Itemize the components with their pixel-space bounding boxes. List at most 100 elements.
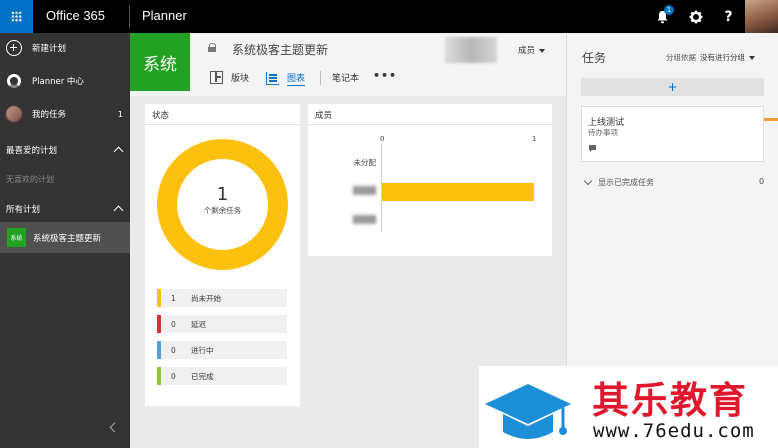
comment-icon <box>589 145 596 152</box>
brand-title[interactable]: Office 365 <box>46 8 105 23</box>
all-plans-section-header[interactable]: 所有计划 <box>0 195 130 223</box>
chevron-up-icon <box>113 146 124 157</box>
favorites-empty-text: 无喜欢的计划 <box>6 175 54 184</box>
caret-down-icon <box>539 48 546 53</box>
members-card-title: 成员 <box>315 111 333 121</box>
member-category-label: 未分配 <box>353 158 377 167</box>
plan-header: 系统 系统极客主题更新 成员 版块 图表 笔记本 ••• <box>130 33 566 96</box>
board-icon <box>210 71 223 84</box>
task-card[interactable]: 上线测试 待办事项 <box>581 106 764 162</box>
settings-button[interactable] <box>679 0 712 33</box>
divider <box>129 5 130 28</box>
planner-hub-link[interactable]: Planner 中心 <box>0 66 130 96</box>
watermark-overlay: 其乐教育 www.76edu.com <box>479 366 778 448</box>
group-by-value: 没有进行分组 <box>700 53 745 62</box>
divider <box>308 124 552 125</box>
lock-icon <box>208 43 216 52</box>
divider <box>145 124 300 125</box>
legend-not-started[interactable]: 1 尚未开始 <box>157 289 287 307</box>
x-tick-label: 0 <box>380 135 385 143</box>
caret-down-icon <box>749 56 755 60</box>
x-tick-label: 1 <box>532 135 537 143</box>
show-completed-toggle[interactable]: 显示已完成任务 <box>583 176 654 188</box>
top-bar: Office 365 Planner 1 ? <box>0 0 778 33</box>
active-plan-label: 系统极客主题更新 <box>33 233 102 244</box>
legend-in-progress[interactable]: 0 进行中 <box>157 341 287 359</box>
help-button[interactable]: ? <box>712 0 745 33</box>
new-plan-label: 新建计划 <box>32 44 67 54</box>
legend-late[interactable]: 0 延迟 <box>157 315 287 333</box>
tasks-panel-title: 任务 <box>582 51 607 65</box>
status-card: 状态 1 个剩余任务 1 尚未开始 0 延迟 0 进行中 0 已完成 <box>145 104 300 406</box>
favorites-label: 最喜爱的计划 <box>6 146 58 156</box>
member-avatars[interactable] <box>445 37 497 63</box>
sidebar-item-active-plan[interactable]: 系统 系统极客主题更新 <box>0 222 130 253</box>
notifications-button[interactable]: 1 <box>646 0 679 33</box>
chevron-down-icon <box>583 176 593 186</box>
gear-icon <box>689 10 702 23</box>
task-drag-handle[interactable] <box>764 118 778 121</box>
remaining-count: 1 <box>216 184 229 205</box>
planner-hub-label: Planner 中心 <box>32 77 84 87</box>
new-plan-button[interactable]: 新建计划 <box>0 33 130 63</box>
add-task-button[interactable]: + <box>581 78 764 96</box>
legend-completed[interactable]: 0 已完成 <box>157 367 287 385</box>
legend-count: 1 <box>171 293 176 303</box>
my-avatar <box>6 106 22 122</box>
watermark-url: www.76edu.com <box>593 420 755 442</box>
legend-color-swatch <box>157 315 161 333</box>
group-by-label: 分组依据 <box>666 53 696 62</box>
status-card-title: 状态 <box>152 111 170 121</box>
hub-icon <box>7 74 21 88</box>
plan-logo: 系统 <box>130 33 190 91</box>
watermark-text: 其乐教育 <box>592 379 748 422</box>
legend-label: 已完成 <box>191 371 214 381</box>
left-sidebar: 新建计划 Planner 中心 我的任务 1 最喜爱的计划 无喜欢的计划 所有计… <box>0 33 130 448</box>
tab-board[interactable]: 版块 <box>210 71 249 84</box>
divider <box>320 71 321 85</box>
chevron-up-icon <box>113 205 124 216</box>
tab-notebook[interactable]: 笔记本 <box>332 71 359 84</box>
tab-notebook-label: 笔记本 <box>332 74 360 84</box>
tab-charts[interactable]: 图表 <box>266 71 306 86</box>
member-bar[interactable] <box>382 183 534 201</box>
tab-charts-label: 图表 <box>287 71 306 86</box>
legend-color-swatch <box>157 341 161 359</box>
my-tasks-count: 1 <box>117 109 123 119</box>
legend-count: 0 <box>171 371 176 381</box>
members-label: 成员 <box>518 46 536 56</box>
legend-color-swatch <box>157 289 161 307</box>
favorites-section-header[interactable]: 最喜爱的计划 <box>0 136 130 164</box>
completed-count: 0 <box>759 177 765 186</box>
collapse-sidebar-chevron-icon[interactable] <box>109 422 120 433</box>
members-dropdown[interactable]: 成员 <box>518 44 546 56</box>
all-plans-label: 所有计划 <box>6 205 41 215</box>
tab-board-label: 版块 <box>231 74 250 84</box>
graduation-cap-logo <box>485 384 571 439</box>
members-card: 成员 0 1 未分配 ████ ████ <box>308 104 552 256</box>
waffle-icon <box>11 11 22 22</box>
my-tasks-label: 我的任务 <box>32 110 67 120</box>
app-launcher-button[interactable] <box>0 0 33 33</box>
legend-color-swatch <box>157 367 161 385</box>
app-title[interactable]: Planner <box>142 8 187 23</box>
user-avatar[interactable] <box>745 0 778 33</box>
plan-badge: 系统 <box>7 228 26 247</box>
task-bucket: 待办事项 <box>588 128 618 137</box>
legend-label: 尚未开始 <box>191 293 221 303</box>
legend-count: 0 <box>171 345 176 355</box>
more-options-button[interactable]: ••• <box>373 69 397 82</box>
legend-count: 0 <box>171 319 176 329</box>
plan-title: 系统极客主题更新 <box>232 43 329 57</box>
group-by-dropdown[interactable]: 分组依据 没有进行分组 <box>666 52 755 63</box>
member-category-label: ████ <box>352 215 376 224</box>
legend-label: 延迟 <box>191 319 206 329</box>
notification-badge: 1 <box>664 5 674 15</box>
remaining-label: 个剩余任务 <box>203 206 242 215</box>
my-tasks-link[interactable]: 我的任务 1 <box>0 99 130 129</box>
member-category-label: ████ <box>352 186 376 195</box>
legend-label: 进行中 <box>191 345 214 355</box>
chart-icon <box>266 72 279 85</box>
add-circle-icon <box>6 40 22 56</box>
show-completed-label: 显示已完成任务 <box>598 178 654 187</box>
